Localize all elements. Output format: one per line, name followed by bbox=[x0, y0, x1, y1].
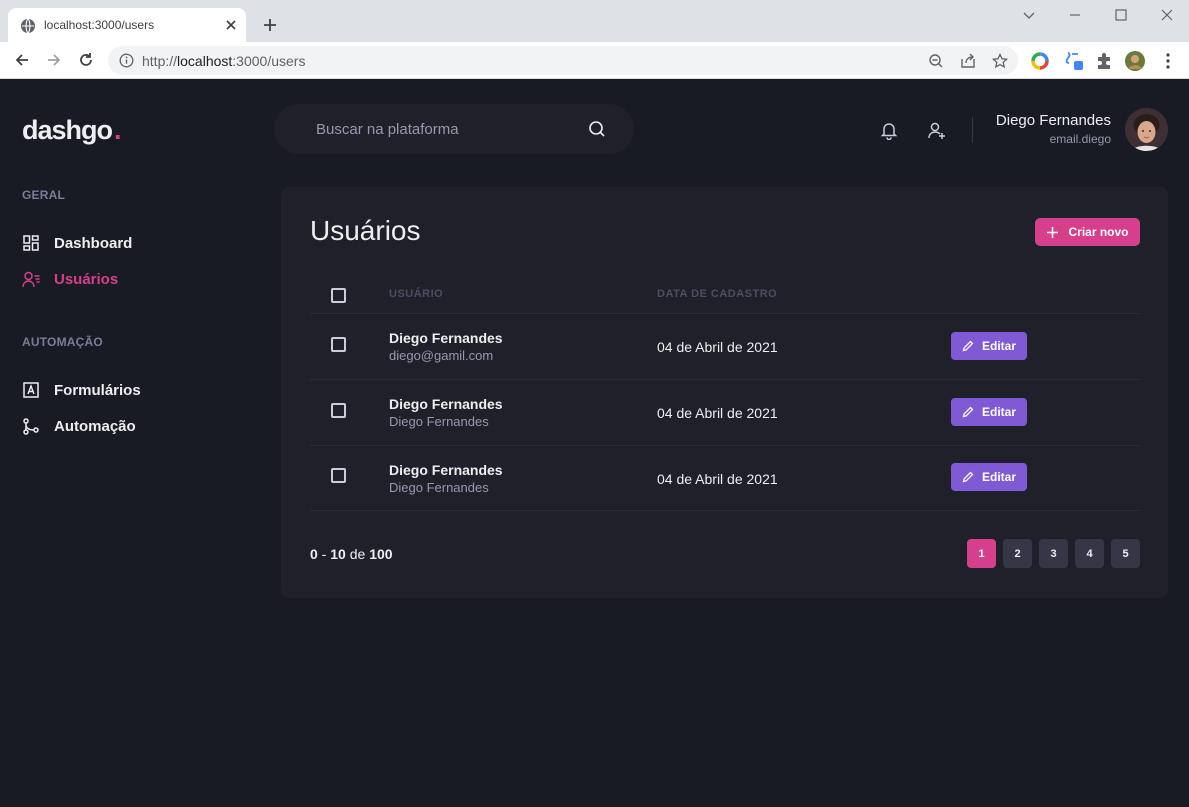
site-info-icon[interactable] bbox=[119, 53, 134, 68]
forward-icon[interactable] bbox=[45, 51, 63, 69]
row-checkbox[interactable] bbox=[331, 403, 346, 418]
sidebar-item-label: Automação bbox=[54, 417, 136, 435]
reload-icon[interactable] bbox=[77, 51, 95, 69]
range-of: de bbox=[345, 546, 370, 562]
sidebar-item-automation[interactable]: Automação bbox=[22, 415, 136, 437]
pagination-range: 0 - 10 de 100 bbox=[310, 546, 393, 562]
pencil-icon bbox=[962, 471, 974, 483]
sidebar-item-dashboard[interactable]: Dashboard bbox=[22, 232, 132, 254]
header-divider bbox=[972, 117, 973, 143]
sidebar-item-label: Usuários bbox=[54, 270, 119, 288]
row-divider bbox=[310, 510, 1140, 511]
address-bar[interactable]: http://localhost:3000/users bbox=[108, 46, 1018, 75]
range-total: 100 bbox=[369, 546, 393, 562]
sidebar-item-label: Dashboard bbox=[54, 234, 133, 252]
bookmark-star-icon[interactable] bbox=[992, 53, 1008, 69]
app-root: dashgo. Diego Fernandes email.diego GERA… bbox=[0, 79, 1189, 807]
browser-toolbar: http://localhost:3000/users bbox=[0, 42, 1189, 79]
range-to: 10 bbox=[330, 546, 346, 562]
row-checkbox[interactable] bbox=[331, 468, 346, 483]
edit-button[interactable]: Editar bbox=[951, 463, 1027, 491]
profile-email: email.diego bbox=[1049, 132, 1111, 146]
create-new-button[interactable]: Criar novo bbox=[1035, 218, 1140, 246]
search-box bbox=[274, 104, 634, 154]
column-header-date: DATA DE CADASTRO bbox=[657, 288, 778, 300]
edit-label: Editar bbox=[981, 405, 1016, 419]
logo[interactable]: dashgo. bbox=[22, 115, 121, 146]
user-email: diego@gamil.com bbox=[389, 348, 494, 363]
search-icon[interactable] bbox=[587, 119, 607, 139]
user-date: 04 de Abril de 2021 bbox=[657, 339, 778, 355]
row-divider bbox=[310, 379, 1140, 380]
edit-label: Editar bbox=[981, 470, 1016, 484]
form-icon bbox=[23, 382, 39, 398]
maximize-icon[interactable] bbox=[1114, 8, 1128, 22]
zoom-out-icon[interactable] bbox=[928, 53, 944, 69]
browser-tabstrip: localhost:3000/users bbox=[0, 0, 1189, 42]
range-from: 0 bbox=[310, 546, 318, 562]
url-text: http://localhost:3000/users bbox=[142, 53, 305, 69]
logo-dot: . bbox=[114, 115, 121, 145]
search-input[interactable] bbox=[316, 118, 576, 140]
create-new-label: Criar novo bbox=[1068, 225, 1129, 239]
url-path: :3000/users bbox=[232, 53, 306, 69]
page-button-3[interactable]: 3 bbox=[1039, 539, 1068, 568]
tab-search-icon[interactable] bbox=[1022, 8, 1036, 22]
row-divider bbox=[310, 445, 1140, 446]
user-date: 04 de Abril de 2021 bbox=[657, 405, 778, 421]
page-title: Usuários bbox=[310, 215, 421, 246]
avatar[interactable] bbox=[1125, 108, 1168, 151]
back-icon[interactable] bbox=[13, 51, 31, 69]
browser-tab[interactable]: localhost:3000/users bbox=[8, 8, 246, 42]
row-checkbox[interactable] bbox=[331, 337, 346, 352]
extensions-puzzle-icon[interactable] bbox=[1094, 51, 1114, 71]
page-button-1[interactable]: 1 bbox=[967, 539, 996, 568]
browser-menu-icon[interactable] bbox=[1158, 51, 1178, 71]
share-icon[interactable] bbox=[960, 53, 976, 69]
pencil-icon bbox=[962, 406, 974, 418]
page-button-5[interactable]: 5 bbox=[1111, 539, 1140, 568]
user-name: Diego Fernandes bbox=[389, 396, 503, 412]
dashboard-icon bbox=[23, 235, 39, 251]
users-card: Usuários Criar novo USUÁRIO DATA DE CADA… bbox=[281, 187, 1168, 598]
select-all-checkbox[interactable] bbox=[331, 288, 346, 303]
sidebar-section-title: GERAL bbox=[22, 188, 65, 202]
user-subtitle: Diego Fernandes bbox=[389, 480, 489, 495]
edit-button[interactable]: Editar bbox=[951, 332, 1027, 360]
sidebar-item-forms[interactable]: Formulários bbox=[22, 379, 141, 401]
page-button-2[interactable]: 2 bbox=[1003, 539, 1032, 568]
close-tab-icon[interactable] bbox=[224, 18, 238, 32]
add-user-icon[interactable] bbox=[927, 120, 947, 140]
tab-title: localhost:3000/users bbox=[44, 18, 155, 32]
new-tab-icon[interactable] bbox=[262, 17, 278, 33]
column-header-user: USUÁRIO bbox=[389, 288, 444, 300]
globe-icon bbox=[21, 18, 35, 34]
pencil-icon bbox=[962, 340, 974, 352]
minimize-icon[interactable] bbox=[1068, 8, 1082, 22]
row-divider bbox=[310, 313, 1140, 314]
edit-label: Editar bbox=[981, 339, 1016, 353]
range-separator: - bbox=[317, 546, 331, 562]
url-host: localhost bbox=[177, 53, 233, 69]
logo-text: dashgo bbox=[22, 115, 113, 145]
translate-extension-icon[interactable] bbox=[1064, 51, 1084, 71]
close-window-icon[interactable] bbox=[1160, 8, 1174, 22]
notification-bell-icon[interactable] bbox=[879, 120, 899, 140]
user-name: Diego Fernandes bbox=[389, 330, 503, 346]
page-button-4[interactable]: 4 bbox=[1075, 539, 1104, 568]
sidebar-section-title: AUTOMAÇÃO bbox=[22, 335, 103, 349]
plus-icon bbox=[1047, 226, 1059, 238]
edit-button[interactable]: Editar bbox=[951, 398, 1027, 426]
sidebar-item-users[interactable]: Usuários bbox=[22, 268, 118, 290]
user-name: Diego Fernandes bbox=[389, 462, 503, 478]
user-subtitle: Diego Fernandes bbox=[389, 414, 489, 429]
profile-avatar-icon[interactable] bbox=[1125, 51, 1145, 71]
color-extension-icon[interactable] bbox=[1030, 51, 1050, 71]
user-date: 04 de Abril de 2021 bbox=[657, 471, 778, 487]
url-scheme: http:// bbox=[142, 53, 178, 69]
sidebar-item-label: Formulários bbox=[54, 381, 141, 399]
users-icon bbox=[22, 271, 40, 288]
profile-name: Diego Fernandes bbox=[995, 112, 1111, 129]
git-branch-icon bbox=[23, 418, 39, 435]
